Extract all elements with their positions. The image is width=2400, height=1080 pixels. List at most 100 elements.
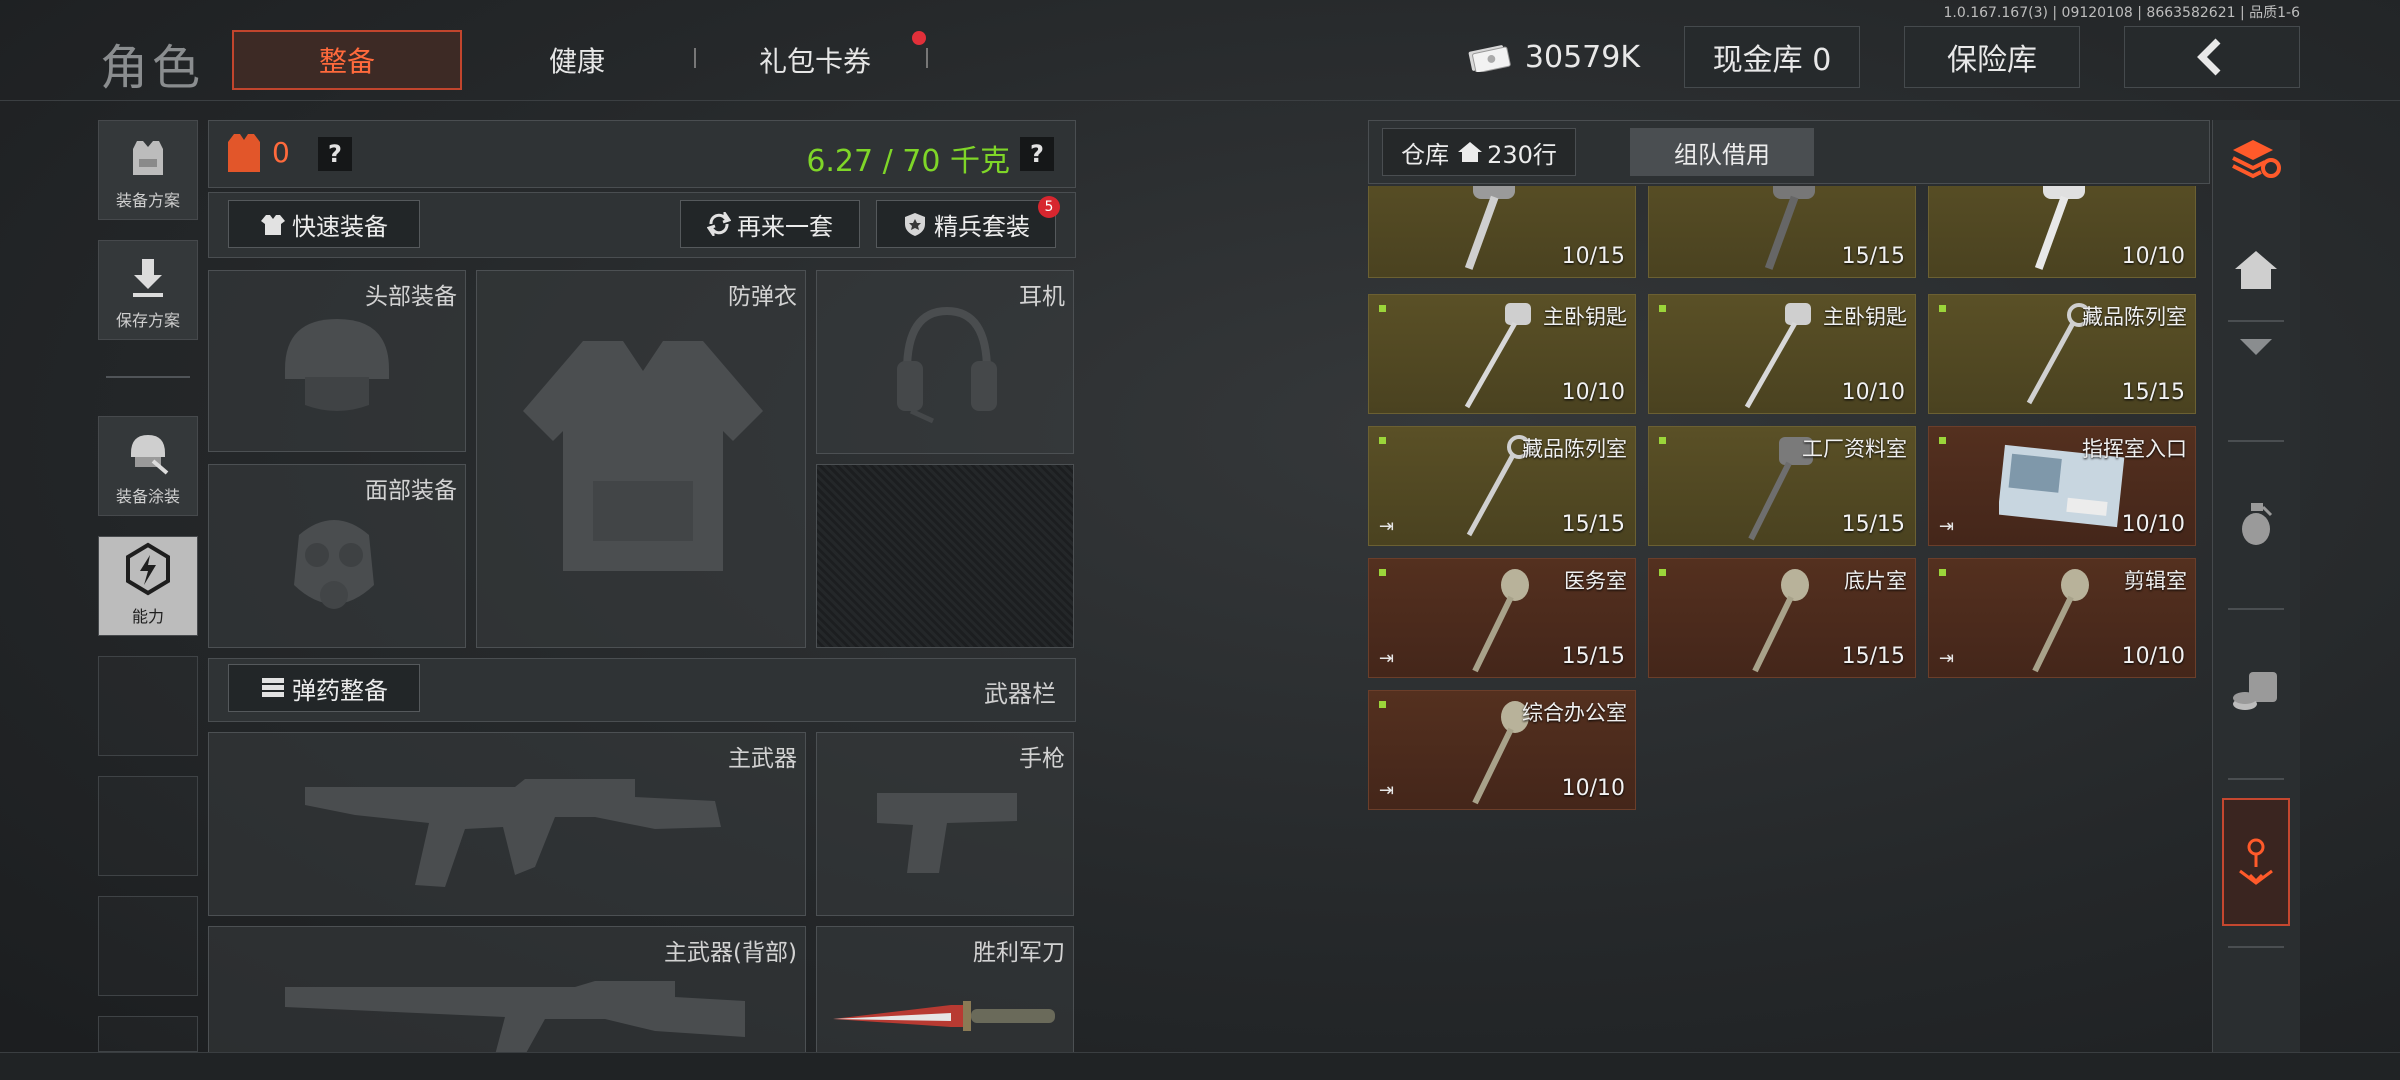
face-gear-slot[interactable]: 面部装备 (208, 464, 466, 648)
rifle-silhouette-icon (285, 981, 745, 1055)
nav-gear-plan[interactable]: 装备方案 (98, 120, 198, 220)
earphone-slot[interactable]: 耳机 (816, 270, 1074, 454)
tab-gear[interactable]: 整备 (232, 30, 462, 90)
tab-warehouse[interactable]: 仓库 230行 (1382, 128, 1576, 176)
helmet-silhouette-icon (285, 319, 389, 411)
bottom-bar (0, 1052, 2400, 1080)
armor-slot[interactable]: 防弹衣 (476, 270, 806, 648)
exit-icon: ⇥ (1939, 516, 1955, 537)
tab-gift-coupons[interactable]: 礼包卡券 (700, 30, 930, 90)
warehouse-item[interactable]: 剪辑室 10/10 ⇥ (1928, 558, 2196, 678)
item-count: 10/10 (2121, 644, 2185, 669)
key-drop-icon (2239, 838, 2273, 885)
tab-team-borrow[interactable]: 组队借用 (1630, 128, 1814, 176)
nav-label: 能力 (131, 607, 164, 626)
warehouse-grid: 10/15 15/15 10/10 主卧钥匙 10/10 主卧钥匙 10/10 … (1368, 186, 2210, 816)
back-arrow-icon (2197, 38, 2221, 76)
quick-equip-button[interactable]: 快速装备 (228, 200, 420, 248)
new-indicator (1659, 305, 1666, 312)
item-count: 15/15 (1561, 644, 1625, 669)
item-name: 医务室 (1564, 569, 1627, 593)
warehouse-item[interactable]: 指挥室入口 10/10 ⇥ (1928, 426, 2196, 546)
warehouse-item[interactable]: 底片室 15/15 (1648, 558, 1916, 678)
armor-category-icon (2240, 339, 2272, 355)
warehouse-item[interactable]: 主卧钥匙 10/10 (1648, 294, 1916, 414)
home-storage-button[interactable] (2222, 228, 2290, 312)
nav-ability[interactable]: 能力 (98, 536, 198, 636)
nav-label: 保存方案 (115, 311, 180, 330)
nav-label: 装备涂装 (115, 487, 180, 506)
pistol-silhouette-icon (877, 793, 1017, 873)
exit-icon: ⇥ (1379, 780, 1395, 801)
slot-label: 主武器 (728, 746, 797, 772)
item-name: 剪辑室 (2124, 569, 2187, 593)
warehouse-item[interactable]: 10/15 (1368, 186, 1636, 278)
new-indicator (1939, 305, 1946, 312)
knife-icon (833, 1001, 1055, 1031)
warehouse-item[interactable]: 藏品陈列室 15/15 ⇥ (1368, 426, 1636, 546)
consumables-category-button[interactable] (2222, 650, 2290, 734)
keys-category-button[interactable] (2222, 798, 2290, 926)
cash-vault-button[interactable]: 现金库 0 (1684, 26, 1860, 88)
ammo-prep-button[interactable]: 弹药整备 (228, 664, 420, 712)
slot-label: 手枪 (1019, 746, 1065, 772)
knife-slot[interactable]: 胜利军刀 (816, 926, 1074, 1054)
item-count: 10/10 (2121, 512, 2185, 537)
notification-dot (912, 31, 926, 45)
warehouse-item[interactable]: 藏品陈列室 15/15 (1928, 294, 2196, 414)
tab-divider (926, 48, 928, 68)
armor-value: 0 (272, 136, 290, 169)
sort-button[interactable] (2222, 116, 2290, 200)
sidebar-separator (2228, 946, 2284, 948)
slot-label: 耳机 (1019, 284, 1065, 310)
elite-set-button[interactable]: 精兵套装 (876, 200, 1056, 248)
primary-weapon-back-slot[interactable]: 主武器(背部) (208, 926, 806, 1055)
item-name: 工厂资料室 (1802, 437, 1907, 461)
item-count: 10/15 (1561, 244, 1625, 269)
key-icon (1464, 303, 1531, 409)
version-text: 1.0.167.167(3) | 09120108 | 8663582621 |… (1943, 5, 2301, 21)
nav-save-plan[interactable]: 保存方案 (98, 240, 198, 340)
warehouse-item[interactable]: 15/15 (1648, 186, 1916, 278)
item-name: 主卧钥匙 (1543, 305, 1627, 329)
home-icon (1458, 142, 1483, 162)
primary-weapon-slot[interactable]: 主武器 (208, 732, 806, 916)
new-indicator (1939, 569, 1946, 576)
insurance-vault-button[interactable]: 保险库 (1904, 26, 2080, 88)
tab-health[interactable]: 健康 (462, 30, 692, 90)
ability-icon (126, 542, 170, 596)
warehouse-item[interactable]: 医务室 15/15 ⇥ (1368, 558, 1636, 678)
grenade-icon (2242, 503, 2273, 545)
item-count: 15/15 (1561, 512, 1625, 537)
item-name: 底片室 (1844, 569, 1907, 593)
nav-gear-skin[interactable]: 装备涂装 (98, 416, 198, 516)
new-indicator (1659, 569, 1666, 576)
sidebar-separator (2228, 608, 2284, 610)
head-gear-slot[interactable]: 头部装备 (208, 270, 466, 452)
empty-gear-slot (816, 464, 1074, 648)
item-count: 10/10 (1561, 776, 1625, 801)
gear-category-button[interactable] (2222, 328, 2290, 374)
download-icon (133, 259, 163, 297)
item-name: 综合办公室 (1522, 701, 1627, 725)
tab-divider (694, 48, 696, 68)
warehouse-item[interactable]: 10/10 (1928, 186, 2196, 278)
new-indicator (1659, 437, 1666, 444)
warehouse-rows: 230行 (1487, 140, 1557, 169)
pistol-slot[interactable]: 手枪 (816, 732, 1074, 916)
home-icon (2235, 251, 2277, 289)
warehouse-item[interactable]: 主卧钥匙 10/10 (1368, 294, 1636, 414)
weight-help-button[interactable]: ? (1020, 137, 1054, 171)
grenade-category-button[interactable] (2222, 482, 2290, 566)
warehouse-item[interactable]: 综合办公室 10/10 ⇥ (1368, 690, 1636, 810)
back-button[interactable] (2124, 26, 2300, 88)
warehouse-item[interactable]: 工厂资料室 15/15 (1648, 426, 1916, 546)
exit-icon: ⇥ (1379, 516, 1395, 537)
money-icon (1468, 45, 1511, 72)
weight-display: 6.27 / 70 千克 (806, 144, 1010, 179)
item-name: 主卧钥匙 (1823, 305, 1907, 329)
equip-again-button[interactable]: 再来一套 (680, 200, 860, 248)
empty-nav-slot (98, 656, 198, 756)
item-count: 15/15 (1841, 244, 1905, 269)
armor-help-button[interactable]: ? (318, 137, 352, 171)
